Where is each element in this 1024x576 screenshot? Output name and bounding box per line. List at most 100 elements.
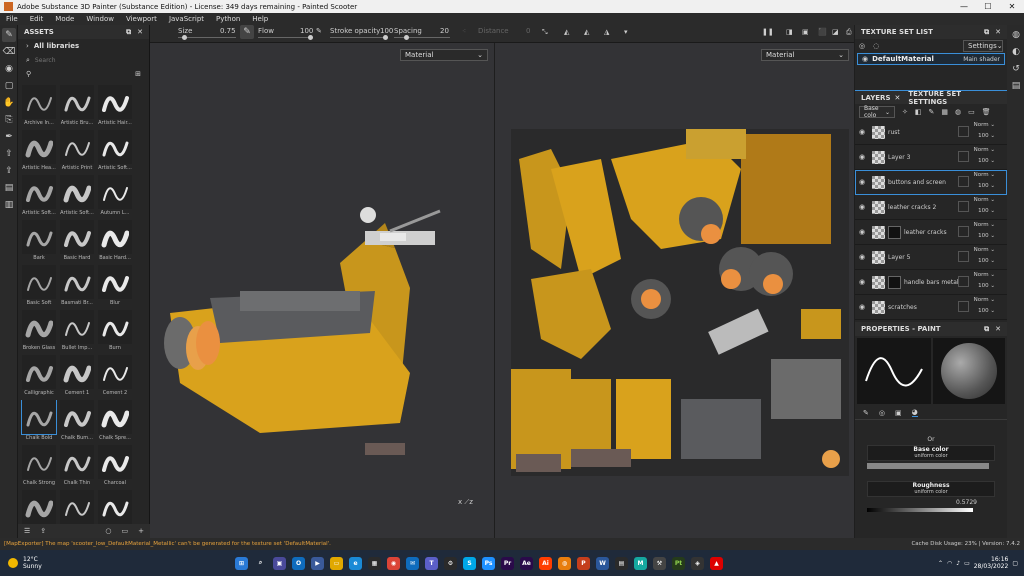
layer-row[interactable]: ◉ leather cracks 2 Norm ⌄ 100 ⌄ (855, 195, 1007, 220)
search-icon[interactable]: ⌕ (254, 557, 267, 570)
stroke-opacity-slider[interactable] (330, 35, 388, 40)
eye-icon[interactable]: ◉ (859, 303, 869, 311)
asset-thumbnail[interactable]: Broken Glass (21, 310, 57, 352)
asset-thumbnail[interactable]: Cement 1 (59, 355, 95, 397)
asset-thumbnail[interactable]: Cement 2 (97, 355, 133, 397)
brush-tab-icon[interactable]: ✎ (863, 409, 869, 417)
asset-thumbnail[interactable]: Artistic Hair... (97, 85, 133, 127)
layer-row[interactable]: ◉ buttons and screen Norm ⌄ 100 ⌄ (855, 170, 1007, 195)
layer-row[interactable]: ◉ handle bars metal Norm ⌄ 100 ⌄ (855, 270, 1007, 295)
clone-tool[interactable]: ⎘ (2, 113, 16, 127)
teams-icon[interactable]: T (425, 556, 438, 570)
camera-cube-icon[interactable]: ⬛ (818, 28, 827, 36)
visibility-icon[interactable]: ◎ (859, 42, 865, 50)
blend-mode-dropdown[interactable]: Norm ⌄ (974, 122, 995, 128)
solo-icon[interactable]: ◌ (873, 42, 879, 50)
pause-icon[interactable]: ❚❚ (762, 28, 774, 36)
tray-expand-icon[interactable]: ⌃ (938, 560, 943, 567)
spacing-slider[interactable] (394, 35, 450, 40)
blender-icon[interactable]: ◍ (558, 556, 571, 570)
tab-layers[interactable]: LAYERS (861, 94, 891, 102)
view-layout-icon[interactable]: ▣ (802, 28, 809, 36)
edge-icon[interactable]: e (349, 556, 362, 570)
channel-dropdown[interactable]: Base colo ⌄ (859, 105, 895, 119)
meet-icon[interactable]: ▶ (311, 556, 324, 570)
layer-row[interactable]: ◉ scratches Norm ⌄ 100 ⌄ (855, 295, 1007, 320)
skype-icon[interactable]: S (463, 556, 476, 570)
add-fill-layer-icon[interactable]: ▦ (941, 108, 948, 116)
flow-slider[interactable] (258, 35, 313, 40)
asset-thumbnail[interactable]: Autumn L... (97, 175, 133, 217)
display-icon[interactable]: ◪ (832, 28, 839, 36)
menu-viewport[interactable]: Viewport (120, 15, 163, 23)
blend-mode-dropdown[interactable]: Norm ⌄ (974, 297, 995, 303)
eye-icon[interactable]: ◉ (859, 153, 869, 161)
opacity-dropdown[interactable]: 100 ⌄ (978, 183, 995, 189)
volume-icon[interactable]: ♪ (956, 560, 960, 567)
layer-row[interactable]: ◉ Layer 5 Norm ⌄ 100 ⌄ (855, 245, 1007, 270)
close-panel-icon[interactable]: ✕ (995, 28, 1001, 36)
add-effect-icon[interactable]: ✧ (902, 108, 908, 116)
wifi-icon[interactable]: ◠ (947, 560, 952, 567)
screenshot-icon[interactable]: ⎙ (846, 28, 852, 37)
stencil-tab-icon[interactable]: ▣ (895, 409, 902, 417)
eye-icon[interactable]: ◉ (862, 55, 868, 63)
eye-icon[interactable]: ◉ (859, 178, 869, 186)
menu-python[interactable]: Python (210, 15, 246, 23)
chrome-icon[interactable]: ◉ (387, 556, 400, 570)
battery-icon[interactable]: ▭ (964, 560, 970, 567)
library-selector[interactable]: › All libraries (18, 39, 149, 53)
powerpoint-icon[interactable]: P (577, 556, 590, 570)
menu-javascript[interactable]: JavaScript (163, 15, 210, 23)
add-icon[interactable]: + (138, 527, 144, 535)
mirror-x-icon[interactable]: ◭ (564, 28, 569, 36)
undock-icon[interactable]: ⧉ (126, 28, 131, 37)
asset-thumbnail[interactable]: Chalk Bold (21, 400, 57, 442)
mirror-y-icon[interactable]: ◭ (584, 28, 589, 36)
mirror-z-icon[interactable]: ◮ (604, 28, 609, 36)
color-picker-tool[interactable]: ✒ (2, 130, 16, 144)
texture-set-row[interactable]: ◉ DefaultMaterial Main shader (857, 53, 1005, 65)
library-tool[interactable]: ▥ (2, 198, 16, 212)
menu-help[interactable]: Help (246, 15, 274, 23)
folder-icon[interactable]: ▭ (122, 527, 129, 535)
uv-texture-canvas[interactable] (511, 129, 849, 476)
eraser-tool[interactable]: ⌫ (2, 45, 16, 59)
asset-thumbnail[interactable]: Basic Hard... (97, 220, 133, 262)
export-tool[interactable]: ⇪ (2, 164, 16, 178)
opacity-dropdown[interactable]: 100 ⌄ (978, 283, 995, 289)
log-icon[interactable]: ▤ (1009, 79, 1023, 93)
substance-painter-icon[interactable]: Pt (672, 556, 685, 570)
notification-icon[interactable]: ▢ (1012, 560, 1018, 567)
asset-thumbnail[interactable]: Calligraphic (21, 355, 57, 397)
texture-set-icon[interactable]: ◍ (1009, 28, 1023, 42)
bake-tool[interactable]: ⇧ (2, 147, 16, 161)
eye-icon[interactable]: ◉ (859, 253, 869, 261)
blend-mode-dropdown[interactable]: Norm ⌄ (974, 247, 995, 253)
mail-icon[interactable]: ✉ (406, 556, 419, 570)
opacity-dropdown[interactable]: 100 ⌄ (978, 133, 995, 139)
viewport-3d[interactable]: Material ⌄ x ⟋z (150, 43, 494, 538)
illustrator-icon[interactable]: Ai (539, 556, 552, 570)
menu-window[interactable]: Window (80, 15, 120, 23)
asset-thumbnail[interactable]: Charcoal (97, 445, 133, 487)
import-icon[interactable]: ⇪ (40, 527, 46, 535)
minimize-button[interactable]: — (952, 2, 976, 11)
settings-icon[interactable]: ⚙ (444, 556, 457, 570)
close-panel-icon[interactable]: ✕ (995, 325, 1001, 333)
blend-mode-dropdown[interactable]: Norm ⌄ (974, 172, 995, 178)
layer-row[interactable]: ◉ leather cracks Norm ⌄ 100 ⌄ (855, 220, 1007, 245)
symmetry-icon[interactable]: ⤡ (542, 28, 548, 37)
add-folder-icon[interactable]: ▭ (968, 108, 975, 116)
layer-checkbox[interactable] (958, 276, 969, 287)
undock-icon[interactable]: ⧉ (984, 28, 989, 37)
maximize-button[interactable]: ☐ (976, 2, 1000, 11)
menu-file[interactable]: File (0, 15, 24, 23)
asset-thumbnail[interactable]: Artistic Hea... (21, 130, 57, 172)
layer-checkbox[interactable] (958, 176, 969, 187)
undock-icon[interactable]: ⧉ (984, 325, 989, 334)
base-color-button[interactable]: Base color uniform color (867, 445, 995, 461)
notes-icon[interactable]: ▤ (615, 556, 628, 570)
asset-thumbnail[interactable]: Chalk Thin (59, 445, 95, 487)
eye-icon[interactable]: ◉ (859, 228, 869, 236)
